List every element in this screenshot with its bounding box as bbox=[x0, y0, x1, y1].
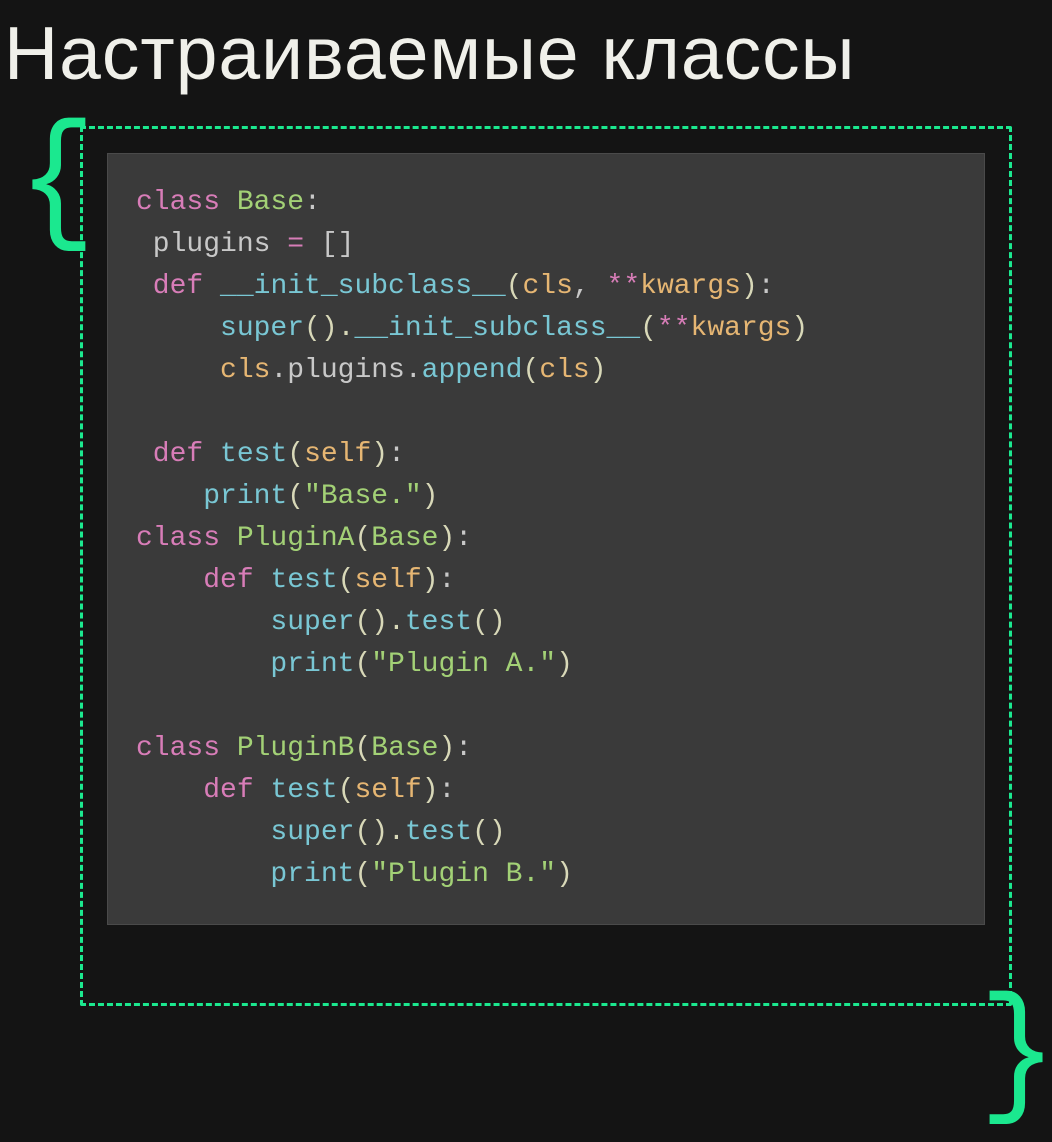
param: cls bbox=[539, 355, 589, 386]
operator: = bbox=[287, 229, 304, 260]
paren: ) bbox=[422, 481, 439, 512]
paren: ( bbox=[640, 313, 657, 344]
paren: (). bbox=[304, 313, 354, 344]
function-name: test bbox=[270, 565, 337, 596]
paren: () bbox=[472, 817, 506, 848]
function-name: __init_subclass__ bbox=[220, 271, 506, 302]
colon: : bbox=[304, 187, 321, 218]
paren: ( bbox=[354, 523, 371, 554]
param: cls bbox=[523, 271, 573, 302]
function-name: __init_subclass__ bbox=[354, 313, 640, 344]
paren: (). bbox=[354, 607, 404, 638]
colon: : bbox=[439, 775, 456, 806]
keyword-def: def bbox=[203, 775, 253, 806]
paren: ( bbox=[287, 439, 304, 470]
paren: ) bbox=[556, 649, 573, 680]
function-name: test bbox=[405, 607, 472, 638]
paren: ) bbox=[741, 271, 758, 302]
paren: ( bbox=[338, 565, 355, 596]
paren: () bbox=[472, 607, 506, 638]
colon: : bbox=[758, 271, 775, 302]
class-name: Base bbox=[371, 733, 438, 764]
paren: ) bbox=[371, 439, 388, 470]
dashed-border: class Base: plugins = [] def __init_subc… bbox=[80, 126, 1012, 1006]
builtin: super bbox=[270, 817, 354, 848]
param: kwargs bbox=[691, 313, 792, 344]
colon: : bbox=[455, 733, 472, 764]
code-block: class Base: plugins = [] def __init_subc… bbox=[107, 153, 985, 925]
colon: : bbox=[439, 565, 456, 596]
comma: , bbox=[573, 271, 607, 302]
param-self: self bbox=[354, 565, 421, 596]
keyword-class: class bbox=[136, 733, 220, 764]
param: cls bbox=[220, 355, 270, 386]
operator: ** bbox=[657, 313, 691, 344]
paren: ( bbox=[354, 733, 371, 764]
function-name: test bbox=[270, 775, 337, 806]
paren: ) bbox=[438, 523, 455, 554]
paren: ( bbox=[354, 649, 371, 680]
builtin: print bbox=[270, 859, 354, 890]
paren: ( bbox=[287, 481, 304, 512]
brace-right-icon: } bbox=[979, 987, 1052, 1130]
paren: ( bbox=[523, 355, 540, 386]
paren: ( bbox=[338, 775, 355, 806]
class-name: Base bbox=[371, 523, 438, 554]
string: "Plugin B." bbox=[371, 859, 556, 890]
class-name: PluginB bbox=[237, 733, 355, 764]
paren: ) bbox=[438, 733, 455, 764]
paren: ( bbox=[506, 271, 523, 302]
paren: ) bbox=[791, 313, 808, 344]
builtin: print bbox=[203, 481, 287, 512]
param: kwargs bbox=[640, 271, 741, 302]
keyword-def: def bbox=[136, 271, 203, 302]
paren: ) bbox=[590, 355, 607, 386]
paren: ( bbox=[354, 859, 371, 890]
builtin: print bbox=[270, 649, 354, 680]
class-name: PluginA bbox=[237, 523, 355, 554]
param-self: self bbox=[354, 775, 421, 806]
paren: (). bbox=[354, 817, 404, 848]
function-name: test bbox=[220, 439, 287, 470]
builtin: super bbox=[270, 607, 354, 638]
keyword-def: def bbox=[136, 439, 203, 470]
string: "Base." bbox=[304, 481, 422, 512]
keyword-class: class bbox=[136, 523, 220, 554]
paren: ) bbox=[556, 859, 573, 890]
page-title: Настраиваемые классы bbox=[0, 0, 1052, 96]
literal: [] bbox=[304, 229, 354, 260]
colon: : bbox=[455, 523, 472, 554]
function-name: append bbox=[422, 355, 523, 386]
class-name: Base bbox=[237, 187, 304, 218]
paren: ) bbox=[422, 775, 439, 806]
operator: ** bbox=[607, 271, 641, 302]
string: "Plugin A." bbox=[371, 649, 556, 680]
builtin: super bbox=[220, 313, 304, 344]
param-self: self bbox=[304, 439, 371, 470]
keyword-class: class bbox=[136, 187, 220, 218]
function-name: test bbox=[405, 817, 472, 848]
keyword-def: def bbox=[203, 565, 253, 596]
colon: : bbox=[388, 439, 405, 470]
attr: plugins bbox=[136, 229, 287, 260]
paren: ) bbox=[422, 565, 439, 596]
attr: .plugins. bbox=[270, 355, 421, 386]
